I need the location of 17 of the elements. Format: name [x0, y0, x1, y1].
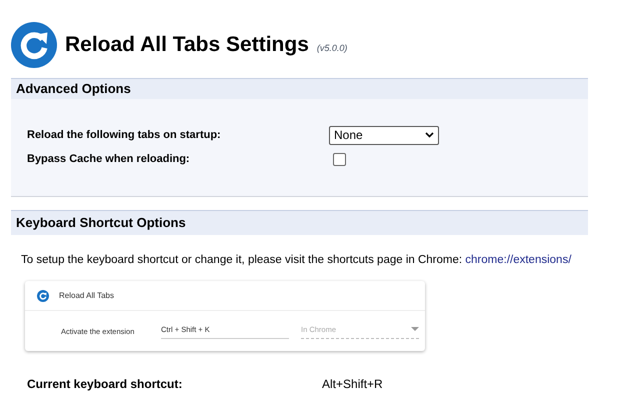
- extensions-link[interactable]: chrome://extensions/: [465, 254, 572, 266]
- current-shortcut-label: Current keyboard shortcut:: [27, 376, 184, 394]
- bypass-checkbox[interactable]: [333, 152, 346, 166]
- version-label: (v5.0.0): [316, 42, 348, 56]
- caret-down-icon: [411, 327, 419, 332]
- instruction-text: To setup the keyboard shortcut or change it, please visit the shortcuts page in Chrome:: [21, 254, 462, 266]
- section-header: Advanced Options: [11, 79, 588, 99]
- section-header: Keyboard Shortcut Options: [11, 211, 588, 235]
- option-label: Bypass Cache when reloading:: [27, 152, 191, 167]
- tabs-dropdown[interactable]: None: [329, 126, 439, 144]
- current-shortcut-value: Alt+Shift+R: [322, 376, 383, 394]
- extension-name: Reload All Tabs: [59, 290, 114, 302]
- page-title: Reload All Tabs Settings: [65, 32, 309, 58]
- option-label: Reload the following tabs on startup:: [27, 128, 222, 143]
- chevron-down-icon: [425, 132, 434, 138]
- refresh-logo-icon: [11, 22, 57, 68]
- refresh-icon: [37, 290, 49, 302]
